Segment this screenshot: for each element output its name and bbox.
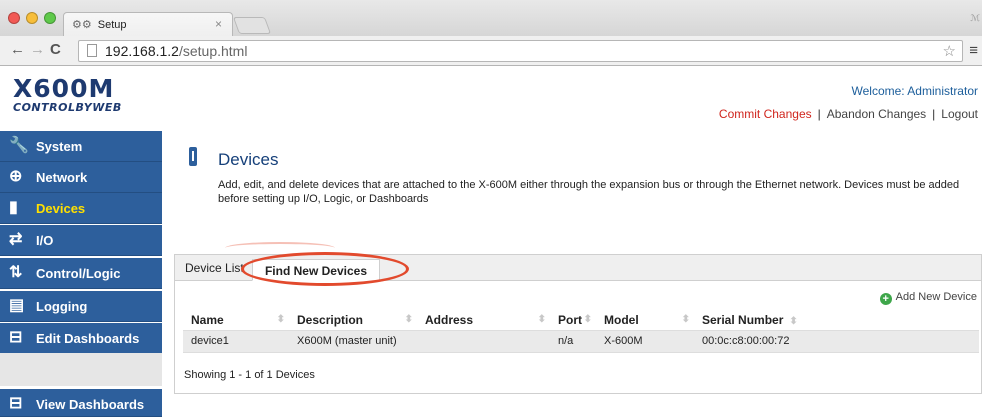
column-header-port[interactable]: Port ⬍ — [550, 310, 596, 330]
column-header-name[interactable]: Name ⬍ — [183, 310, 289, 330]
maximize-window-button[interactable] — [44, 12, 56, 24]
menu-icon[interactable]: ≡ — [969, 42, 978, 59]
add-new-device-button[interactable]: + Add New Device — [879, 291, 977, 305]
profile-icon: ℳ — [970, 13, 980, 23]
column-header-serial-number[interactable]: Serial Number ⬍ — [694, 310, 979, 330]
separator: | — [817, 107, 821, 121]
sort-icon: ⬍ — [537, 314, 546, 325]
sidebar-item-label: View Dashboards — [36, 397, 145, 412]
page-description: Add, edit, and delete devices that are a… — [218, 179, 960, 205]
logo-sub-text: CONTROLBYWEB — [13, 101, 122, 114]
sort-icon: ⬍ — [276, 314, 285, 325]
highlight-annotation — [241, 252, 409, 286]
sidebar-item-edit-dashboards[interactable]: ⊟ Edit Dashboards — [0, 323, 162, 354]
cell-model: X-600M — [596, 329, 694, 353]
dashboard-icon: ⊟ — [9, 329, 23, 346]
logo-main-text: X600M — [13, 74, 115, 103]
devices-table: Name ⬍ Description ⬍ Address ⬍ Port ⬍ Model ⬍… — [183, 310, 979, 353]
tab-title: Setup — [97, 19, 127, 31]
separator: | — [932, 107, 936, 121]
cell-description: X600M (master unit) — [289, 329, 417, 353]
globe-icon: ⊕ — [9, 168, 23, 185]
back-icon[interactable]: ← — [10, 42, 25, 58]
sidebar: 🔧 System ⊕ Network ▮ Devices ⇄ I/O ⇅ Con… — [0, 131, 162, 417]
sidebar-item-network[interactable]: ⊕ Network — [0, 162, 162, 193]
sidebar-item-label: Control/Logic — [36, 266, 121, 281]
dashboard-icon: ⊟ — [9, 395, 23, 412]
cell-address — [417, 329, 550, 353]
sidebar-item-label: Devices — [36, 201, 86, 216]
favicon-icon: ⚙⚙ — [72, 19, 92, 31]
browser-tab[interactable]: ⚙⚙ Setup × — [63, 12, 233, 36]
control-logic-icon: ⇅ — [9, 264, 23, 281]
header-links: Commit Changes | Abandon Changes | Logout — [719, 107, 978, 121]
browser-toolbar: ← → C 192.168.1.2/setup.html ☆ ≡ — [0, 36, 982, 66]
page-title: Devices — [218, 150, 279, 169]
commit-changes-link[interactable]: Commit Changes — [719, 107, 812, 121]
arrows-icon: ⇄ — [9, 231, 23, 248]
sidebar-item-label: Edit Dashboards — [36, 331, 140, 346]
cell-name: device1 — [183, 329, 289, 353]
sidebar-item-label: Logging — [36, 299, 88, 314]
url-text[interactable]: 192.168.1.2/setup.html — [105, 43, 247, 59]
table-header-row: Name ⬍ Description ⬍ Address ⬍ Port ⬍ Model ⬍… — [183, 310, 979, 330]
sidebar-item-control-logic[interactable]: ⇅ Control/Logic — [0, 258, 162, 289]
table-row[interactable]: device1 X600M (master unit) n/a X-600M 0… — [183, 329, 979, 353]
cell-serial-number: 00:0c:c8:00:00:72 — [694, 329, 979, 353]
sidebar-item-logging[interactable]: ▤ Logging — [0, 291, 162, 322]
app-header: X600M CONTROLBYWEB Welcome: Administrato… — [0, 67, 982, 131]
main-content: Devices Add, edit, and delete devices th… — [162, 131, 982, 417]
sort-icon: ⬍ — [404, 314, 413, 325]
add-device-label: Add New Device — [895, 291, 977, 303]
device-icon — [189, 147, 197, 166]
logo: X600M CONTROLBYWEB — [13, 74, 122, 115]
sidebar-item-label: I/O — [36, 233, 54, 248]
panel-tabs: Device List Find New Devices — [175, 242, 981, 286]
column-header-description[interactable]: Description ⬍ — [289, 310, 417, 330]
sidebar-item-view-dashboards[interactable]: ⊟ View Dashboards — [0, 389, 162, 417]
column-header-model[interactable]: Model ⬍ — [596, 310, 694, 330]
logging-icon: ▤ — [9, 297, 25, 314]
plus-icon: + — [879, 293, 892, 305]
sidebar-item-label: Network — [36, 170, 88, 185]
sidebar-item-system[interactable]: 🔧 System — [0, 131, 162, 162]
page-icon — [87, 44, 97, 57]
minimize-window-button[interactable] — [26, 12, 38, 24]
address-bar[interactable]: 192.168.1.2/setup.html ☆ — [78, 40, 963, 62]
sort-icon: ⬍ — [681, 314, 690, 325]
sort-icon: ⬍ — [583, 314, 592, 325]
wrench-icon: 🔧 — [9, 137, 29, 154]
sidebar-item-devices[interactable]: ▮ Devices — [0, 193, 162, 224]
pagination-info: Showing 1 - 1 of 1 Devices — [184, 369, 315, 381]
tab-device-list[interactable]: Device List — [185, 261, 244, 275]
sidebar-gap — [0, 353, 162, 386]
bookmark-star-icon[interactable]: ☆ — [943, 42, 956, 60]
device-panel: Device List Find New Devices + Add New De… — [174, 242, 982, 394]
reload-icon[interactable]: C — [50, 42, 61, 58]
close-window-button[interactable] — [8, 12, 20, 24]
logout-link[interactable]: Logout — [941, 107, 978, 121]
abandon-changes-link[interactable]: Abandon Changes — [827, 107, 926, 121]
device-icon: ▮ — [9, 199, 18, 216]
forward-icon[interactable]: → — [30, 42, 45, 58]
sidebar-item-label: System — [36, 139, 83, 154]
column-header-address[interactable]: Address ⬍ — [417, 310, 550, 330]
browser-tabstrip: ⚙⚙ Setup × ℳ — [0, 0, 982, 36]
tab-close-icon[interactable]: × — [215, 17, 222, 31]
sort-icon: ⬍ — [789, 315, 798, 327]
new-tab-button[interactable] — [232, 17, 272, 34]
welcome-text: Welcome: Administrator — [851, 84, 979, 98]
cell-port: n/a — [550, 329, 596, 353]
sidebar-item-io[interactable]: ⇄ I/O — [0, 225, 162, 256]
